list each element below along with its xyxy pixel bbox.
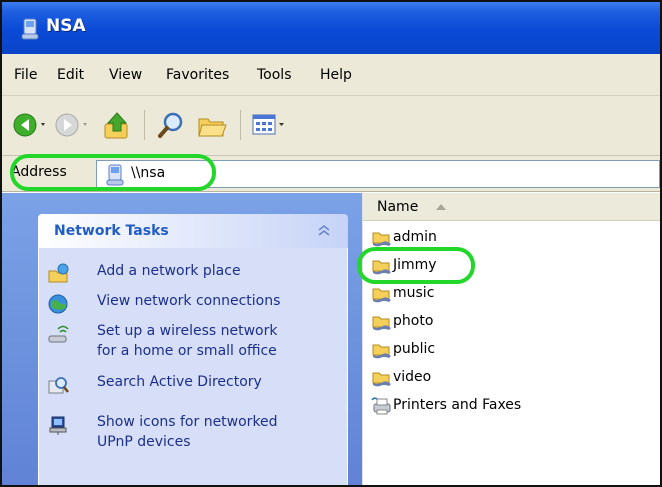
list-item[interactable]: public (371, 338, 651, 364)
shared-folder-icon (372, 344, 391, 359)
task-label: Show icons for networked (97, 414, 278, 430)
jimmy-highlight-outline (357, 247, 475, 284)
forward-icon[interactable] (54, 111, 94, 139)
search-directory-icon (48, 377, 69, 394)
file-name: video (393, 369, 432, 385)
list-item[interactable]: photo (371, 310, 651, 336)
upnp-devices-icon (49, 416, 67, 435)
wireless-network-icon (48, 325, 69, 343)
task-label: Set up a wireless network (97, 323, 278, 339)
up-folder-icon[interactable] (102, 111, 132, 141)
menu-bar: File Edit View Favorites Tools Help (2, 54, 660, 96)
views-icon[interactable] (250, 111, 288, 139)
network-tasks-header[interactable]: Network Tasks (38, 214, 348, 248)
column-name-label: Name (377, 199, 419, 215)
printers-faxes-icon (371, 397, 391, 415)
file-name: admin (393, 229, 437, 245)
task-label: Search Active Directory (97, 374, 262, 390)
folders-icon[interactable] (196, 111, 228, 141)
explorer-window: NSA File Edit View Favorites Tools Help (0, 0, 662, 487)
search-icon[interactable] (156, 111, 186, 141)
file-name: public (393, 341, 436, 357)
list-item[interactable]: video (371, 366, 651, 392)
collapse-chevron-icon[interactable] (314, 222, 334, 240)
title-bar[interactable]: NSA (2, 2, 660, 54)
list-item[interactable]: Printers and Faxes (371, 394, 651, 420)
menu-edit[interactable]: Edit (57, 67, 84, 83)
toolbar (2, 96, 660, 156)
file-list-pane: Name admin Jimmy music photo public vide… (362, 193, 660, 485)
shared-folder-icon (372, 316, 391, 331)
column-header-name[interactable]: Name (363, 193, 660, 221)
sort-ascending-icon (436, 204, 446, 210)
address-highlight-outline (10, 154, 216, 191)
menu-tools[interactable]: Tools (257, 67, 292, 83)
window-title: NSA (46, 16, 86, 36)
shared-folder-icon (372, 232, 391, 247)
task-label: View network connections (97, 293, 281, 309)
list-item[interactable]: music (371, 282, 651, 308)
back-icon[interactable] (12, 111, 50, 139)
task-pane: Network Tasks Add a network place View n… (2, 193, 362, 485)
shared-folder-icon (372, 372, 391, 387)
menu-favorites[interactable]: Favorites (166, 67, 229, 83)
task-label: UPnP devices (97, 434, 191, 450)
network-tasks-body: Add a network place View network connect… (38, 248, 348, 485)
menu-help[interactable]: Help (320, 67, 352, 83)
shared-folder-icon (372, 288, 391, 303)
network-computer-icon (21, 18, 39, 40)
toolbar-separator (240, 110, 241, 140)
toolbar-separator (144, 110, 145, 140)
task-label: Add a network place (97, 263, 241, 279)
add-network-place-icon (48, 263, 69, 283)
task-label: for a home or small office (97, 343, 277, 359)
menu-file[interactable]: File (14, 67, 37, 83)
network-tasks-title: Network Tasks (54, 223, 169, 239)
file-name: Printers and Faxes (393, 397, 522, 413)
network-connections-icon (48, 294, 68, 314)
menu-view[interactable]: View (109, 67, 142, 83)
file-name: music (393, 285, 435, 301)
file-name: photo (393, 313, 434, 329)
